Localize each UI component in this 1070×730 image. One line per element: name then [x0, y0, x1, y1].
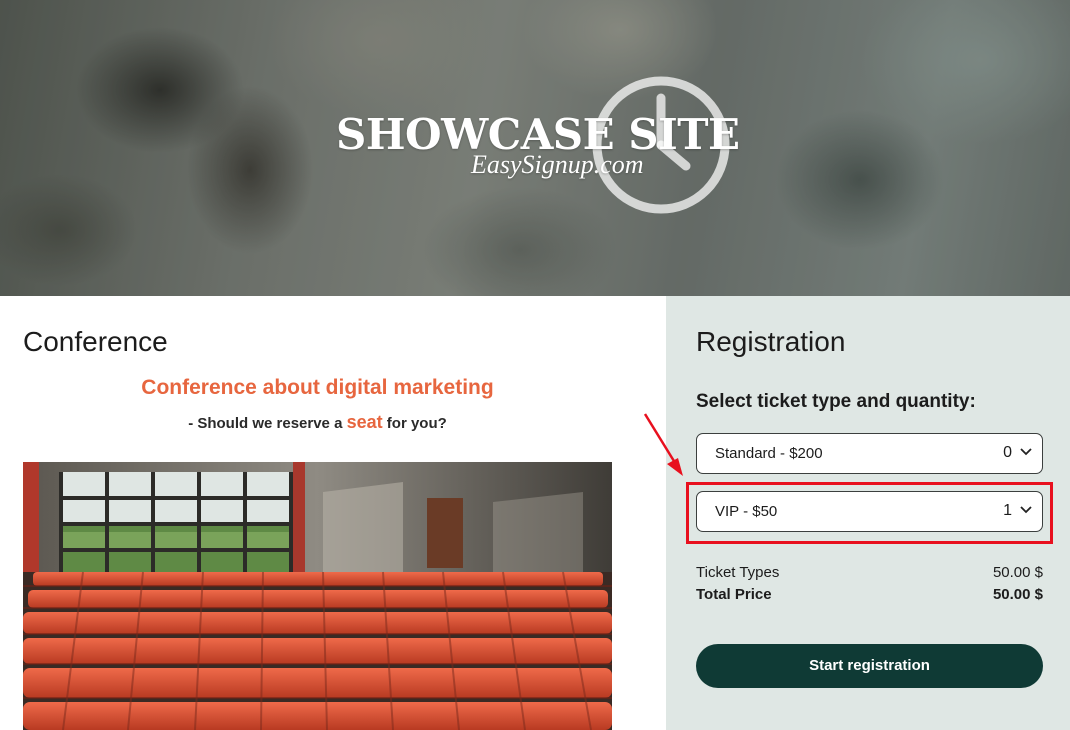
ticket-label: VIP - $50: [715, 503, 778, 520]
logo-subtitle: EasySignup.com: [471, 150, 644, 179]
event-title: Conference: [23, 326, 168, 357]
event-tagline: Conference about digital marketing: [141, 376, 494, 399]
registration-title: Registration: [696, 326, 846, 357]
chevron-down-icon: [1020, 448, 1032, 456]
subline-text-before: - Should we reserve a: [188, 415, 347, 432]
registration-panel: Registration Select ticket type and quan…: [666, 296, 1070, 730]
theater-seats-photo: [23, 462, 612, 730]
summary-ticket-types: Ticket Types 50.00 $: [696, 564, 1043, 581]
total-value: 50.00 $: [992, 586, 1043, 603]
chevron-down-icon: [1020, 506, 1032, 514]
ticket-select-vip[interactable]: VIP - $50 1: [696, 491, 1043, 532]
hero-banner: SHOWCASE SITE EasySignup.com: [0, 0, 1070, 296]
start-registration-button[interactable]: Start registration: [696, 644, 1043, 688]
event-subline: - Should we reserve a seat for you?: [23, 412, 612, 433]
ticket-quantity: 1: [1003, 502, 1012, 519]
annotation-arrow-icon: [643, 413, 683, 476]
site-logo[interactable]: SHOWCASE SITE EasySignup.com: [336, 74, 740, 224]
total-label: Total Price: [696, 586, 772, 603]
event-details: Conference Conference about digital mark…: [0, 296, 666, 730]
ticket-select-standard[interactable]: Standard - $200 0: [696, 433, 1043, 474]
summary-value: 50.00 $: [992, 564, 1043, 581]
summary-label: Ticket Types: [696, 564, 780, 581]
ticket-heading: Select ticket type and quantity:: [696, 391, 976, 412]
ticket-quantity: 0: [1003, 444, 1012, 461]
subline-seat-highlight: seat: [346, 412, 383, 432]
summary-total-price: Total Price 50.00 $: [696, 586, 1043, 603]
subline-text-after: for you?: [382, 415, 447, 432]
ticket-label: Standard - $200: [715, 445, 823, 462]
